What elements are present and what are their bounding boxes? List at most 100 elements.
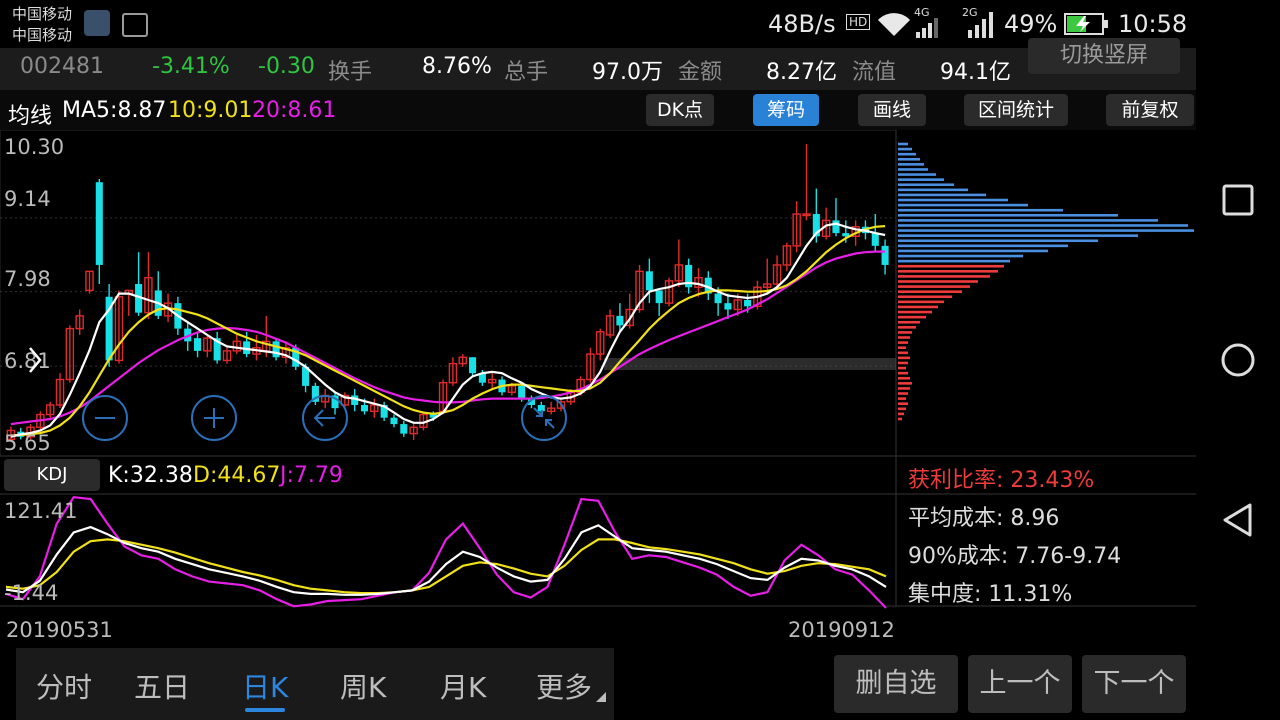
ma20-line	[10, 250, 886, 426]
chip-bar	[898, 320, 920, 324]
dk-point-button[interactable]: DK点	[646, 94, 714, 126]
wifi-icon	[878, 13, 910, 36]
end-date: 20190912	[788, 618, 895, 642]
battery-percent: 49%	[1004, 10, 1058, 38]
carrier-1: 中国移动	[12, 5, 73, 23]
amount-label: 金额	[678, 60, 723, 85]
candle-body	[645, 271, 653, 291]
dropdown-corner-icon	[596, 692, 606, 702]
kdj-d-value: D:44.67	[193, 463, 281, 488]
switch-portrait-button[interactable]: 切换竖屏	[1028, 38, 1180, 74]
chip-bar	[898, 173, 936, 176]
kdj-j-value: J:7.79	[280, 463, 343, 488]
chip-bar	[898, 397, 906, 400]
chip-bar	[898, 188, 968, 192]
chip-bar	[898, 346, 906, 349]
tab-monthly-k[interactable]: 月K	[440, 666, 486, 706]
cost-90-range: 90%成本: 7.76-9.74	[908, 544, 1122, 569]
amount-value: 8.27亿	[766, 60, 837, 85]
back-icon[interactable]	[1220, 502, 1256, 538]
clock: 10:58	[1118, 10, 1188, 38]
chip-bar	[898, 290, 962, 293]
recent-apps-icon[interactable]	[1222, 184, 1254, 216]
range-stats-button[interactable]: 区间统计	[964, 94, 1068, 126]
battery-charging-icon	[1064, 13, 1108, 35]
minus-icon[interactable]	[82, 395, 128, 441]
candle-body	[881, 245, 889, 265]
tab-weekly-k[interactable]: 周K	[340, 666, 386, 706]
turnover-label: 换手	[328, 60, 373, 85]
chip-bar	[898, 239, 1098, 243]
chip-bar	[898, 147, 912, 151]
chip-bar	[898, 208, 1063, 212]
ma5-line	[10, 222, 886, 438]
chip-bar	[898, 157, 920, 161]
chip-bar	[898, 264, 1004, 268]
kdj-k-value: K:32.38	[108, 463, 193, 488]
chip-distribution	[898, 142, 1194, 421]
y-tick-0: 10.30	[4, 135, 64, 159]
chip-bar	[898, 234, 1138, 237]
chip-bar	[898, 254, 1023, 258]
chip-bar	[898, 336, 910, 339]
volume-label: 总手	[504, 60, 549, 85]
ma-title: 均线	[8, 104, 53, 129]
net-speed: 48B/s	[768, 10, 836, 38]
candle-body	[272, 341, 280, 358]
candle-body	[400, 424, 408, 434]
plus-icon[interactable]	[191, 395, 237, 441]
profit-ratio: 获利比率: 23.43%	[908, 468, 1095, 493]
candle-body	[616, 315, 624, 326]
chip-bar	[898, 229, 1194, 232]
chip-bar	[898, 392, 908, 395]
change-percent: -3.41%	[152, 54, 230, 79]
tab-daily-k[interactable]: 日K	[242, 666, 288, 706]
chip-bar	[898, 417, 902, 421]
forward-adjust-button[interactable]: 前复权	[1106, 94, 1194, 126]
chip-bar	[898, 361, 908, 365]
next-stock-button[interactable]: 下一个	[1082, 655, 1186, 713]
chip-bar	[898, 224, 1188, 227]
avatar-icon	[84, 10, 110, 36]
candle-body	[469, 357, 477, 374]
previous-stock-button[interactable]: 上一个	[968, 655, 1072, 713]
chip-bar	[898, 356, 910, 360]
candle-body	[193, 338, 202, 351]
home-icon[interactable]	[1220, 342, 1256, 378]
chart-grid	[0, 130, 1196, 607]
signal-4g-icon	[916, 18, 938, 38]
chip-bar	[898, 152, 916, 156]
chip-bar	[898, 315, 926, 319]
kdj-button[interactable]: KDJ	[4, 459, 100, 491]
chip-bar	[898, 203, 1028, 207]
chip-bar	[898, 219, 1158, 222]
candle-body	[95, 182, 103, 265]
kdj-k-line	[5, 524, 887, 596]
chip-button[interactable]: 筹码	[753, 94, 819, 126]
chip-bar	[898, 259, 1010, 263]
tab-intraday[interactable]: 分时	[36, 666, 92, 706]
chip-bar	[898, 376, 910, 380]
turnover-value: 8.76%	[422, 54, 492, 79]
change-value: -0.30	[258, 54, 315, 79]
y-tick-3: 6.81	[4, 349, 51, 373]
tab-five-day[interactable]: 五日	[134, 666, 190, 706]
chip-bar	[898, 341, 908, 344]
quote-bar: 002481 -3.41% -0.30 换手 8.76% 总手 97.0万 金额…	[0, 38, 1196, 90]
y-tick-2: 7.98	[4, 267, 51, 291]
price-band	[604, 358, 896, 370]
chip-bar	[898, 193, 986, 197]
tab-more[interactable]: 更多	[536, 666, 592, 706]
chip-bar	[898, 305, 938, 309]
float-value: 94.1亿	[940, 60, 1011, 85]
remove-watchlist-button[interactable]: 删自选	[834, 655, 958, 713]
chip-bar	[898, 366, 906, 370]
chip-bar	[898, 275, 990, 278]
ma10-value: 10:9.01	[168, 98, 253, 123]
chip-bar	[898, 280, 978, 283]
shrink-icon[interactable]	[521, 395, 567, 441]
chip-bar	[898, 198, 1008, 202]
candle-body	[871, 233, 879, 246]
chip-bar	[898, 382, 912, 385]
draw-line-button[interactable]: 画线	[858, 94, 926, 126]
